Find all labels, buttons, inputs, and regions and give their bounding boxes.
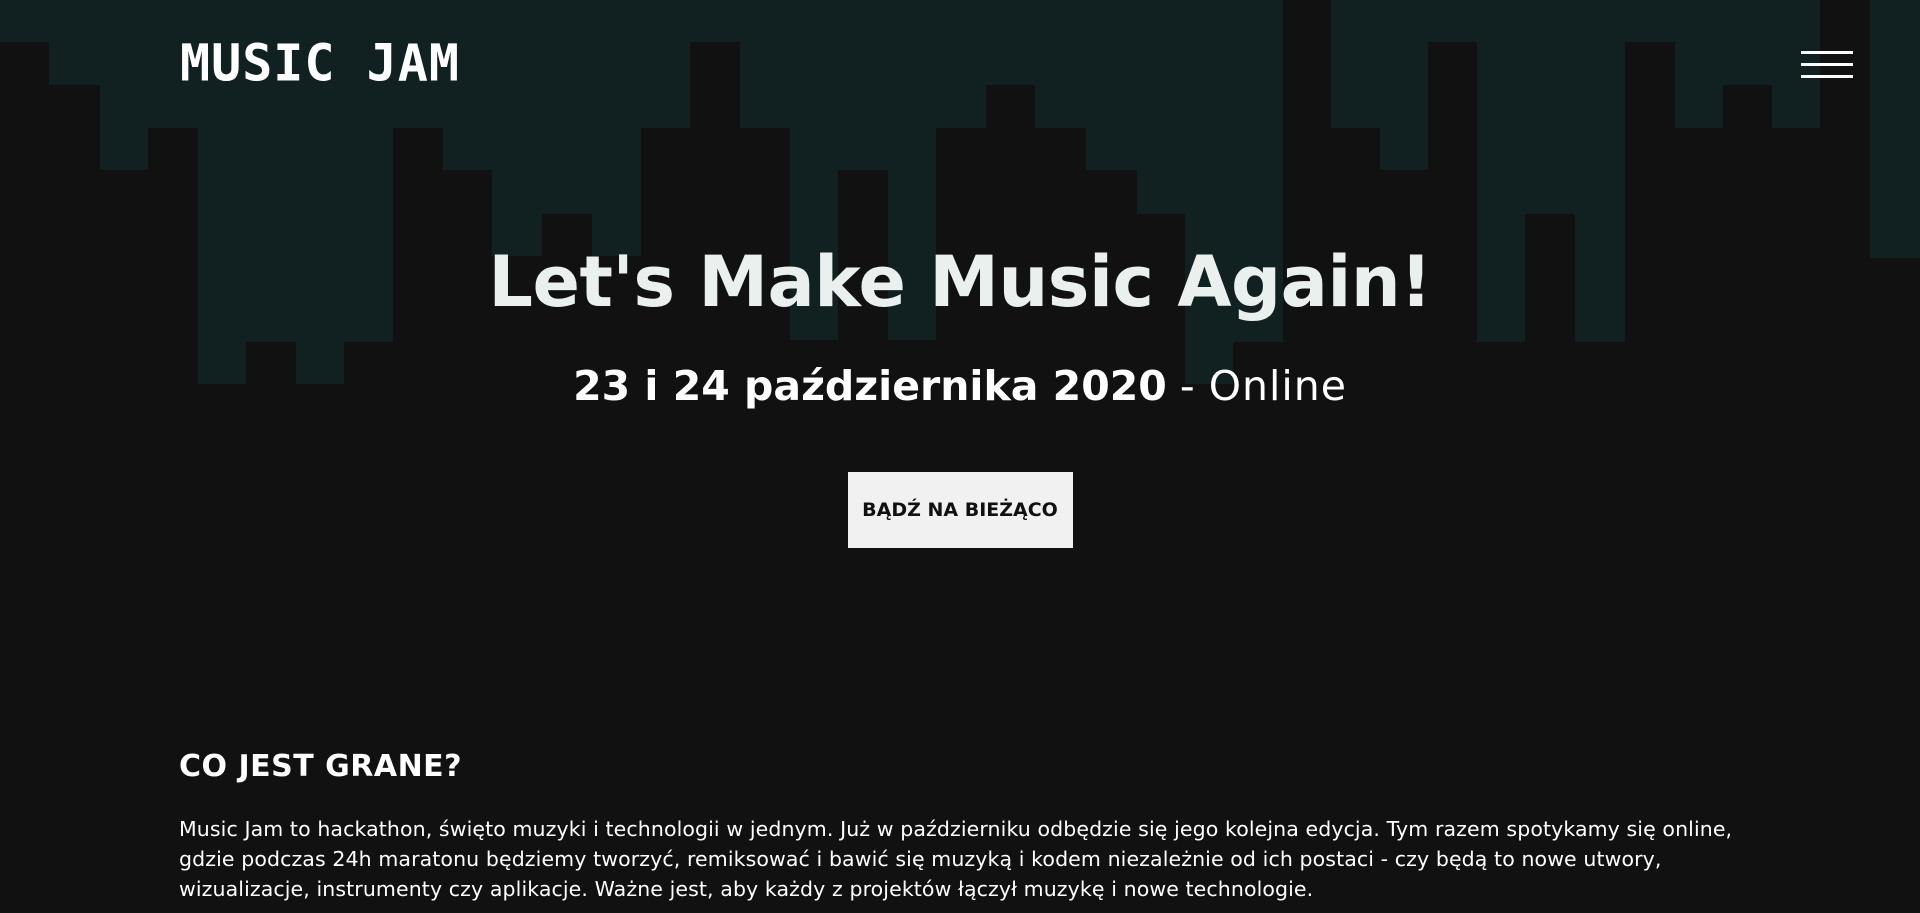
date-separator: - xyxy=(1179,362,1196,410)
event-date: 23 i 24 października 2020 xyxy=(573,362,1167,410)
site-header: MUSIC JAM xyxy=(0,0,1920,130)
hero-section: Let's Make Music Again! 23 i 24 paździer… xyxy=(0,230,1920,548)
menu-line xyxy=(1801,51,1853,54)
about-paragraph: Music Jam to hackathon, święto muzyki i … xyxy=(179,817,1733,901)
about-section: CO JEST GRANE? Music Jam to hackathon, ś… xyxy=(179,746,1739,904)
site-logo[interactable]: MUSIC JAM xyxy=(180,35,460,90)
hero-title: Let's Make Music Again! xyxy=(488,241,1432,323)
event-date-line: 23 i 24 października 2020 - Online xyxy=(0,358,1920,414)
event-location: Online xyxy=(1208,362,1347,410)
hamburger-menu-icon[interactable] xyxy=(1801,48,1853,82)
menu-line xyxy=(1801,63,1853,66)
menu-line xyxy=(1801,75,1853,78)
about-heading: CO JEST GRANE? xyxy=(179,749,463,784)
stay-updated-button[interactable]: BĄDŹ NA BIEŻĄCO xyxy=(847,472,1073,548)
